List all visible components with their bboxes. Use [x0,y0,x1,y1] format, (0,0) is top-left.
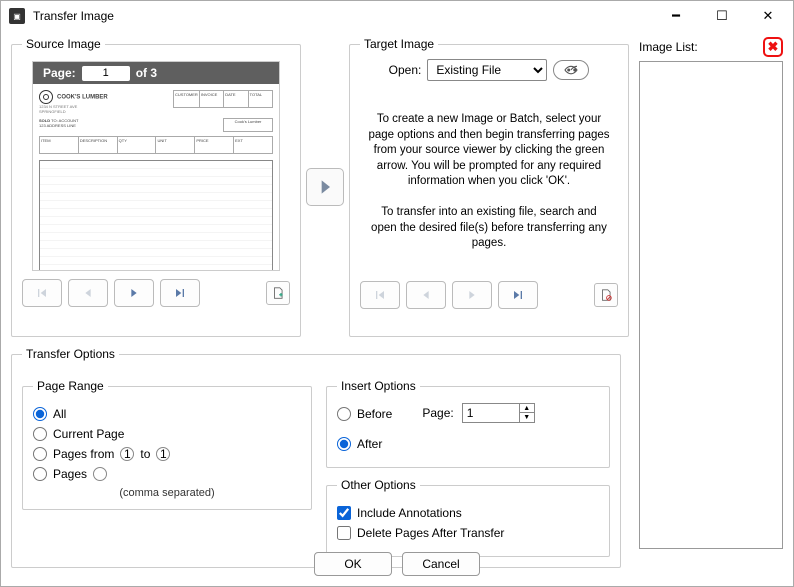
target-message-2: To transfer into an existing file, searc… [368,205,610,252]
transfer-options-group: Transfer Options Page Range All Current … [11,347,621,568]
page-range-legend: Page Range [33,379,108,393]
pages-from-input[interactable] [120,447,134,461]
page-range-group: Page Range All Current Page Pages from t… [22,379,312,510]
label-after: After [357,437,382,451]
total-pages: 3 [150,66,157,80]
remove-page-button[interactable] [594,283,618,307]
target-legend: Target Image [360,37,438,51]
label-pages: Pages [53,467,87,481]
target-message-1: To create a new Image or Batch, select y… [368,112,610,190]
image-list[interactable] [639,61,783,549]
first-page-button[interactable] [22,279,62,307]
target-prev-button[interactable] [406,281,446,309]
other-options-group: Other Options Include Annotations Delete… [326,478,610,557]
label-current: Current Page [53,427,124,441]
image-list-label: Image List: [639,40,763,54]
radio-before[interactable] [337,407,351,421]
pages-to-input[interactable] [156,447,170,461]
radio-pages[interactable] [33,467,47,481]
label-before: Before [357,407,392,421]
open-select[interactable]: Existing File [427,59,547,81]
insert-options-group: Insert Options Before After Page: ▲▼ [326,379,610,468]
page-number: 1 [82,66,130,81]
target-last-button[interactable] [498,281,538,309]
insert-page-label: Page: [422,406,453,420]
app-icon: ▣ [9,8,25,24]
add-page-button[interactable] [266,281,290,305]
check-include-annotations[interactable] [337,506,351,520]
minimize-button[interactable]: ━ [653,2,699,30]
spin-down[interactable]: ▼ [520,413,534,422]
other-legend: Other Options [337,478,420,492]
radio-all[interactable] [33,407,47,421]
of-label: of [136,66,147,80]
ok-button[interactable]: OK [314,552,392,576]
next-page-button[interactable] [114,279,154,307]
target-first-button[interactable] [360,281,400,309]
pages-hint: (comma separated) [33,487,301,499]
close-button[interactable]: ✕ [745,2,791,30]
transfer-options-legend: Transfer Options [22,347,119,361]
open-label: Open: [389,63,422,77]
label-pages-from: Pages from [53,447,114,461]
insert-legend: Insert Options [337,379,420,393]
clear-list-button[interactable]: ✖ [763,37,783,57]
check-delete-after[interactable] [337,526,351,540]
insert-page-input[interactable] [463,404,519,422]
cancel-button[interactable]: Cancel [402,552,480,576]
browse-button[interactable] [553,60,589,80]
radio-after[interactable] [337,437,351,451]
target-next-button[interactable] [452,281,492,309]
label-delete-after: Delete Pages After Transfer [357,526,504,540]
prev-page-button[interactable] [68,279,108,307]
maximize-button[interactable]: ☐ [699,2,745,30]
doc-title: COOK'S LUMBER [57,94,108,100]
last-page-button[interactable] [160,279,200,307]
window-title: Transfer Image [33,9,653,23]
radio-current[interactable] [33,427,47,441]
pages-input[interactable] [93,467,107,481]
page-label: Page: [43,66,76,80]
source-preview: Page: 1 of 3 COOK'S LUMBER1234 N STREET … [32,61,280,271]
source-image-group: Source Image Page: 1 of 3 COOK'S LUMBER1… [11,37,301,337]
spin-up[interactable]: ▲ [520,404,534,413]
radio-pages-from[interactable] [33,447,47,461]
target-image-group: Target Image Open: Existing File To crea… [349,37,629,337]
label-all: All [53,407,66,421]
label-to: to [140,447,150,461]
transfer-arrow-button[interactable] [306,168,344,206]
label-include-ann: Include Annotations [357,506,462,520]
source-legend: Source Image [22,37,105,51]
